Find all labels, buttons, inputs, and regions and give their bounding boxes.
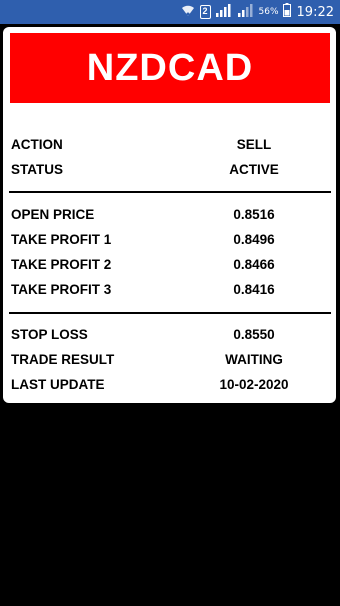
- trade-result-value: WAITING: [225, 352, 283, 367]
- row-take-profit-2: TAKE PROFIT 2 0.8466: [11, 255, 329, 275]
- row-open-price: OPEN PRICE 0.8516: [11, 205, 329, 225]
- row-take-profit-3: TAKE PROFIT 3 0.8416: [11, 280, 329, 300]
- row-stop-loss: STOP LOSS 0.8550: [11, 325, 329, 345]
- divider: [9, 312, 331, 314]
- sim-icon: 2: [199, 5, 211, 19]
- signal-icon: [215, 3, 233, 22]
- signal-2-icon: [237, 3, 255, 22]
- signal-card: NZDCAD ACTION SELL STATUS ACTIVE OPEN PR…: [3, 27, 336, 403]
- battery-icon: [282, 2, 291, 22]
- battery-percent: 56%: [258, 7, 279, 17]
- clock: 19:22: [296, 4, 334, 20]
- row-take-profit-1: TAKE PROFIT 1 0.8496: [11, 230, 329, 250]
- take-profit-1-label: TAKE PROFIT 1: [11, 232, 112, 247]
- last-update-label: LAST UPDATE: [11, 377, 105, 392]
- status-label: STATUS: [11, 162, 63, 177]
- take-profit-3-label: TAKE PROFIT 3: [11, 282, 112, 297]
- open-price-label: OPEN PRICE: [11, 207, 95, 222]
- status-icons: 2 56% 19:22: [176, 2, 334, 22]
- stop-loss-value: 0.8550: [233, 327, 275, 342]
- row-status: STATUS ACTIVE: [11, 160, 329, 180]
- open-price-value: 0.8516: [233, 207, 275, 222]
- stop-loss-label: STOP LOSS: [11, 327, 88, 342]
- take-profit-1-value: 0.8496: [233, 232, 275, 247]
- action-value: SELL: [236, 137, 272, 152]
- take-profit-2-label: TAKE PROFIT 2: [11, 257, 112, 272]
- action-label: ACTION: [11, 137, 63, 152]
- take-profit-3-value: 0.8416: [233, 282, 275, 297]
- status-bar: 2 56% 19:22: [0, 0, 340, 24]
- take-profit-2-value: 0.8466: [233, 257, 275, 272]
- status-value: ACTIVE: [229, 162, 279, 177]
- wifi-hotspot-icon: [180, 3, 196, 22]
- currency-pair-title: NZDCAD: [10, 33, 330, 103]
- row-action: ACTION SELL: [11, 135, 329, 155]
- row-last-update: LAST UPDATE 10-02-2020: [11, 375, 329, 395]
- last-update-value: 10-02-2020: [219, 377, 289, 392]
- trade-result-label: TRADE RESULT: [11, 352, 115, 367]
- divider: [9, 191, 331, 193]
- row-trade-result: TRADE RESULT WAITING: [11, 350, 329, 370]
